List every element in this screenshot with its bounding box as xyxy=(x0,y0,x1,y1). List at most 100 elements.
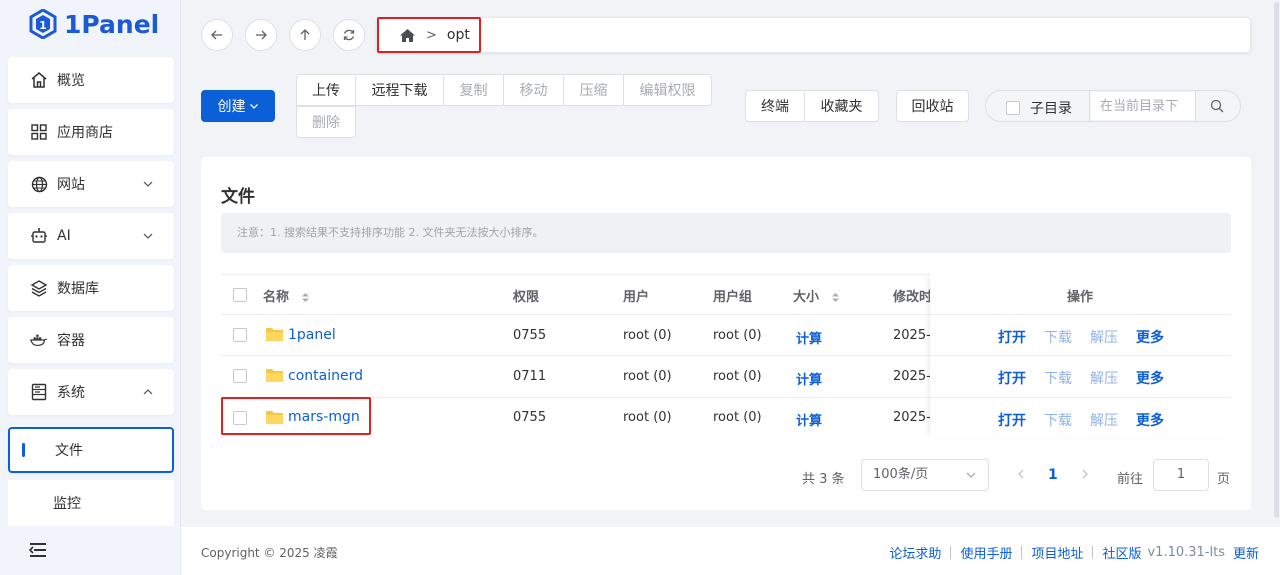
file-user[interactable]: root (0) xyxy=(623,369,672,384)
subdir-toggle[interactable]: 子目录 xyxy=(1006,98,1072,118)
column-size-label: 大小 xyxy=(793,290,820,305)
edit-permission-button[interactable]: 编辑权限 xyxy=(623,74,712,106)
project-link[interactable]: 项目地址 xyxy=(1031,543,1083,562)
create-button[interactable]: 创建 xyxy=(201,90,275,122)
open-link[interactable]: 打开 xyxy=(998,327,1026,347)
home-icon xyxy=(30,71,48,89)
file-group[interactable]: root (0) xyxy=(713,369,762,384)
version-label: v1.10.31-lts xyxy=(1147,545,1225,560)
forward-button[interactable] xyxy=(245,19,277,51)
subdir-checkbox[interactable] xyxy=(1006,101,1020,115)
home-icon[interactable] xyxy=(399,28,416,43)
sidebar-item-ai[interactable]: AI xyxy=(8,213,174,259)
scrollbar[interactable] xyxy=(1273,0,1280,520)
update-link[interactable]: 更新 xyxy=(1233,543,1259,562)
grid-icon xyxy=(30,123,48,141)
path-bar[interactable] xyxy=(376,17,1251,53)
row-divider xyxy=(930,314,1231,315)
move-button[interactable]: 移动 xyxy=(503,74,564,106)
file-user[interactable]: root (0) xyxy=(623,328,672,343)
terminal-button[interactable]: 终端 xyxy=(745,90,805,122)
search-box: 子目录 xyxy=(985,90,1241,122)
breadcrumb: > opt xyxy=(377,17,481,53)
file-name-link[interactable]: containerd xyxy=(288,368,363,384)
file-group[interactable]: root (0) xyxy=(713,410,762,425)
sidebar-item-system[interactable]: 系统 xyxy=(8,369,174,415)
folder-icon xyxy=(266,369,283,382)
sort-icon xyxy=(831,293,839,302)
search-input[interactable] xyxy=(1091,92,1195,120)
more-link[interactable]: 更多 xyxy=(1136,368,1164,388)
page-size-value: 100条/页 xyxy=(873,467,929,482)
logo[interactable]: 1 1Panel xyxy=(28,6,159,42)
prev-page-icon[interactable] xyxy=(1016,468,1026,480)
open-link[interactable]: 打开 xyxy=(998,410,1026,430)
server-icon xyxy=(30,383,48,401)
goto-page-input[interactable]: 1 xyxy=(1153,459,1209,491)
file-permission[interactable]: 0755 xyxy=(513,328,546,343)
sidebar-item-app-store[interactable]: 应用商店 xyxy=(8,109,174,155)
sidebar: 1 1Panel 概览 应用商店 网站 AI 数据库 容器 系统 文件 监控 xyxy=(0,0,181,575)
breadcrumb-segment[interactable]: opt xyxy=(447,27,470,43)
sidebar-item-label: 数据库 xyxy=(57,281,99,297)
sidebar-item-website[interactable]: 网站 xyxy=(8,161,174,207)
file-list-card: 文件 注意：1. 搜索结果不支持排序功能 2. 文件夹无法按大小排序。 名称 权… xyxy=(201,157,1251,510)
calculate-size-link[interactable]: 计算 xyxy=(796,410,822,429)
scrollbar-thumb[interactable] xyxy=(1274,2,1279,518)
sidebar-item-container[interactable]: 容器 xyxy=(8,317,174,363)
column-name-label: 名称 xyxy=(263,290,290,305)
sidebar-subitem-files[interactable]: 文件 xyxy=(8,427,174,473)
sidebar-subitem-monitor[interactable]: 监控 xyxy=(8,480,174,526)
layers-icon xyxy=(30,279,48,297)
refresh-button[interactable] xyxy=(333,19,365,51)
edition-link[interactable]: 社区版 xyxy=(1102,543,1141,562)
file-permission[interactable]: 0711 xyxy=(513,369,546,384)
sidebar-item-database[interactable]: 数据库 xyxy=(8,265,174,311)
brand-name: 1Panel xyxy=(64,9,160,39)
download-link[interactable]: 下载 xyxy=(1044,327,1072,347)
file-name-link[interactable]: 1panel xyxy=(288,327,336,343)
divider xyxy=(1089,91,1090,121)
calculate-size-link[interactable]: 计算 xyxy=(796,328,822,347)
extract-link[interactable]: 解压 xyxy=(1090,368,1118,388)
up-button[interactable] xyxy=(289,19,321,51)
footer: Copyright © 2025 凌霞 论坛求助 使用手册 项目地址 社区版 v… xyxy=(181,527,1280,575)
row-checkbox[interactable] xyxy=(233,369,247,383)
back-button[interactable] xyxy=(201,19,233,51)
forum-help-link[interactable]: 论坛求助 xyxy=(889,543,941,562)
copy-button[interactable]: 复制 xyxy=(443,74,504,106)
row-checkbox[interactable] xyxy=(233,328,247,342)
recycle-bin-button[interactable]: 回收站 xyxy=(896,90,969,122)
delete-button[interactable]: 删除 xyxy=(296,106,356,138)
download-link[interactable]: 下载 xyxy=(1044,368,1072,388)
column-header-size[interactable]: 大小 xyxy=(793,286,840,305)
column-header-name[interactable]: 名称 xyxy=(263,286,310,305)
compress-button[interactable]: 压缩 xyxy=(563,74,624,106)
next-page-icon[interactable] xyxy=(1080,468,1090,480)
collapse-menu-icon[interactable] xyxy=(28,541,48,559)
select-all-checkbox[interactable] xyxy=(233,288,247,302)
file-user[interactable]: root (0) xyxy=(623,410,672,425)
file-permission[interactable]: 0755 xyxy=(513,410,546,425)
download-link[interactable]: 下载 xyxy=(1044,410,1072,430)
subdir-label: 子目录 xyxy=(1030,101,1072,117)
pagination-total: 共 3 条 xyxy=(802,472,845,487)
upload-button[interactable]: 上传 xyxy=(296,74,356,106)
more-link[interactable]: 更多 xyxy=(1136,327,1164,347)
more-link[interactable]: 更多 xyxy=(1136,410,1164,430)
manual-link[interactable]: 使用手册 xyxy=(960,543,1012,562)
sidebar-item-label: 容器 xyxy=(57,333,85,349)
sidebar-item-overview[interactable]: 概览 xyxy=(8,57,174,103)
extract-link[interactable]: 解压 xyxy=(1090,410,1118,430)
favorites-button[interactable]: 收藏夹 xyxy=(804,90,879,122)
search-icon[interactable] xyxy=(1210,99,1224,113)
extract-link[interactable]: 解压 xyxy=(1090,327,1118,347)
column-header-permission: 权限 xyxy=(513,290,540,305)
page-number-active[interactable]: 1 xyxy=(1048,467,1058,483)
calculate-size-link[interactable]: 计算 xyxy=(796,369,822,388)
file-group[interactable]: root (0) xyxy=(713,328,762,343)
page-size-select[interactable]: 100条/页 xyxy=(861,459,989,491)
sidebar-item-label: 概览 xyxy=(57,73,85,89)
open-link[interactable]: 打开 xyxy=(998,368,1026,388)
remote-download-button[interactable]: 远程下载 xyxy=(355,74,444,106)
